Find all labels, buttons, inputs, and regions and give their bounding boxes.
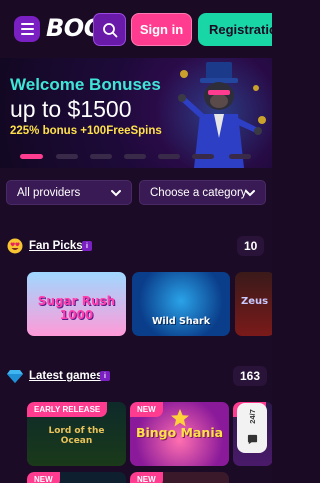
new-badge: NEW [27,472,60,483]
carousel-dot[interactable] [56,154,78,159]
fan-picks-count: 10 [237,236,265,256]
game-title: Sugar Rush 1000 [37,294,116,322]
game-tile[interactable]: EARLY RELEASE Lord of the Ocean [27,402,126,466]
providers-select[interactable]: All providers [6,180,132,205]
carousel-dot[interactable] [90,154,112,159]
carousel-dot[interactable] [192,154,214,159]
chevron-down-icon [111,190,121,197]
early-release-badge: EARLY RELEASE [27,402,108,417]
game-tile[interactable]: Zeus [235,272,272,336]
providers-select-label: All providers [17,186,81,199]
latest-games-title[interactable]: Latest games [29,370,103,382]
game-tile[interactable]: NEW [130,472,229,483]
banner-monkey-illustration [178,62,266,168]
game-title: Lord of the Ocean [48,426,105,446]
category-select[interactable]: Choose a category [139,180,266,205]
latest-games-info-icon[interactable]: i [100,371,110,381]
fan-picks-title[interactable]: Fan Picks [29,240,83,252]
game-tile[interactable]: NEW Bingo Mania [130,402,229,466]
banner-title: Welcome Bonuses [10,75,161,94]
carousel-dot[interactable] [229,154,251,159]
chat-icon [247,434,257,444]
search-icon [102,22,117,37]
search-button[interactable] [93,13,126,46]
new-badge: NEW [130,472,163,483]
game-tile[interactable]: Sugar Rush 1000 [27,272,126,336]
carousel-dot[interactable] [158,154,180,159]
new-badge: NEW [130,402,163,417]
latest-games-count: 163 [233,366,268,386]
diamond-icon [6,367,24,385]
game-title: Wild Shark [151,316,211,327]
game-title: Zeus [241,296,269,307]
promo-banner[interactable]: Welcome Bonuses up to $1500 225% bonus +… [0,58,272,168]
live-chat-button[interactable]: 24/7 [237,403,267,453]
registration-button[interactable]: Registration [198,13,272,46]
banner-amount: up to $1500 [10,96,132,122]
game-tile[interactable]: NEW [27,472,126,483]
carousel-dots [0,154,272,164]
app-page: BOOi! Sign in Registration [0,0,272,483]
category-select-label: Choose a category [150,186,247,199]
heart-eyes-icon [6,237,24,255]
game-title: Bingo Mania [135,425,224,440]
carousel-dot[interactable] [20,154,43,159]
carousel-dot[interactable] [124,154,146,159]
game-tile[interactable]: Wild Shark [132,272,230,336]
banner-subtitle: 225% bonus +100FreeSpins [10,125,162,137]
menu-icon[interactable] [14,16,40,42]
chat-label: 24/7 [247,408,257,424]
signin-button[interactable]: Sign in [131,13,192,46]
header: BOOi! Sign in Registration [0,0,272,58]
fan-picks-info-icon[interactable]: i [82,241,92,251]
latest-games-header: Latest games i 163 [0,366,272,389]
fan-picks-header: Fan Picks i 10 [0,236,272,259]
chevron-down-icon [245,190,255,197]
